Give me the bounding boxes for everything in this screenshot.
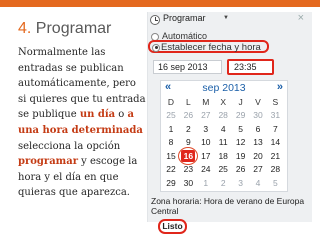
timezone-label: Zona horaria: Hora de verano de Europa C… [151,196,305,216]
calendar-day[interactable]: 23 [181,163,195,175]
calendar-day[interactable]: 21 [268,150,282,162]
calendar-day[interactable]: 28 [268,163,282,175]
calendar-day[interactable]: 5 [234,123,248,135]
next-month-button[interactable]: » [277,81,283,93]
calendar-day[interactable]: 17 [199,150,213,162]
radio-set-date-time[interactable] [152,43,160,52]
clock-icon [150,15,160,25]
calendar-day[interactable]: 3 [199,123,213,135]
programar-label: Programar [163,13,206,23]
calendar-day[interactable]: 18 [216,150,230,162]
calendar-day[interactable]: 11 [216,136,230,148]
option-set-date-time[interactable]: Establecer fecha y hora [148,40,269,53]
calendar-day[interactable]: 25 [164,109,178,121]
calendar-day[interactable]: 4 [251,177,265,189]
body-connector: o [115,109,128,121]
calendar-day[interactable]: 6 [251,123,265,135]
calendar-day[interactable]: 13 [251,136,265,148]
close-icon[interactable]: × [298,12,304,24]
slide-number: 4. [18,20,32,37]
calendar-day[interactable]: 12 [234,136,248,148]
calendar-day[interactable]: 30 [181,177,195,189]
calendar-day[interactable]: 25 [216,163,230,175]
calendar-day[interactable]: 14 [268,136,282,148]
calendar-day[interactable]: 28 [216,109,230,121]
calendar-day[interactable]: 15 [164,150,178,162]
calendar-day[interactable]: 4 [216,123,230,135]
calendar-day[interactable]: 20 [251,150,265,162]
weekday-header: X [220,97,227,107]
calendar-day[interactable]: 31 [268,109,282,121]
calendar-day[interactable]: 26 [234,163,248,175]
option-set-date-time-label: Establecer fecha y hora [161,42,261,53]
calendar-day[interactable]: 24 [199,163,213,175]
calendar-day[interactable]: 1 [199,177,213,189]
calendar-month-label: sep 2013 [202,82,246,94]
highlight-programar: programar [18,156,78,168]
calendar-day[interactable]: 1 [164,123,178,135]
calendar-day[interactable]: 30 [251,109,265,121]
weekday-header: J [238,97,243,107]
calendar-day[interactable]: 29 [164,177,178,189]
panel-header[interactable]: Programar ▼ × [148,12,312,26]
weekday-header: L [186,97,191,107]
selected-day-highlight-ring [178,146,199,165]
top-accent-bar [0,0,320,7]
calendar-day[interactable]: 26 [181,109,195,121]
schedule-panel: Programar ▼ × Automático Establecer fech… [147,12,312,234]
body-part-2: selecciona la opción [18,140,121,152]
calendar-day[interactable]: 22 [164,163,178,175]
slide-title: 4. Programar [18,20,111,38]
calendar-day[interactable]: 8 [164,136,178,148]
weekday-header: D [167,97,175,107]
slide-title-text: Programar [35,20,112,37]
calendar-day[interactable]: 10 [199,136,213,148]
calendar-day[interactable]: 19 [234,150,248,162]
calendar-day[interactable]: 2 [216,177,230,189]
weekday-header: V [255,97,261,107]
highlight-un-dia: un día [79,109,116,121]
slide-body-text: Normalmente las entradas se publican aut… [18,45,146,201]
date-field[interactable]: 16 sep 2013 [153,60,222,74]
calendar-day[interactable]: 27 [199,109,213,121]
calendar-day[interactable]: 29 [234,109,248,121]
caret-down-icon: ▼ [223,15,229,21]
time-field[interactable]: 23:35 [227,59,274,75]
calendar-day[interactable]: 2 [181,123,195,135]
weekday-header: M [202,97,210,107]
calendar: « sep 2013 » D L M X J V S 25 26 27 28 29 30 31 1 2 3 4 5 6… [160,80,288,192]
done-button[interactable]: Listo [158,219,187,234]
calendar-day[interactable]: 7 [268,123,282,135]
calendar-day[interactable]: 27 [251,163,265,175]
weekday-header: S [272,97,279,107]
calendar-day[interactable]: 5 [268,177,282,189]
calendar-day[interactable]: 3 [234,177,248,189]
